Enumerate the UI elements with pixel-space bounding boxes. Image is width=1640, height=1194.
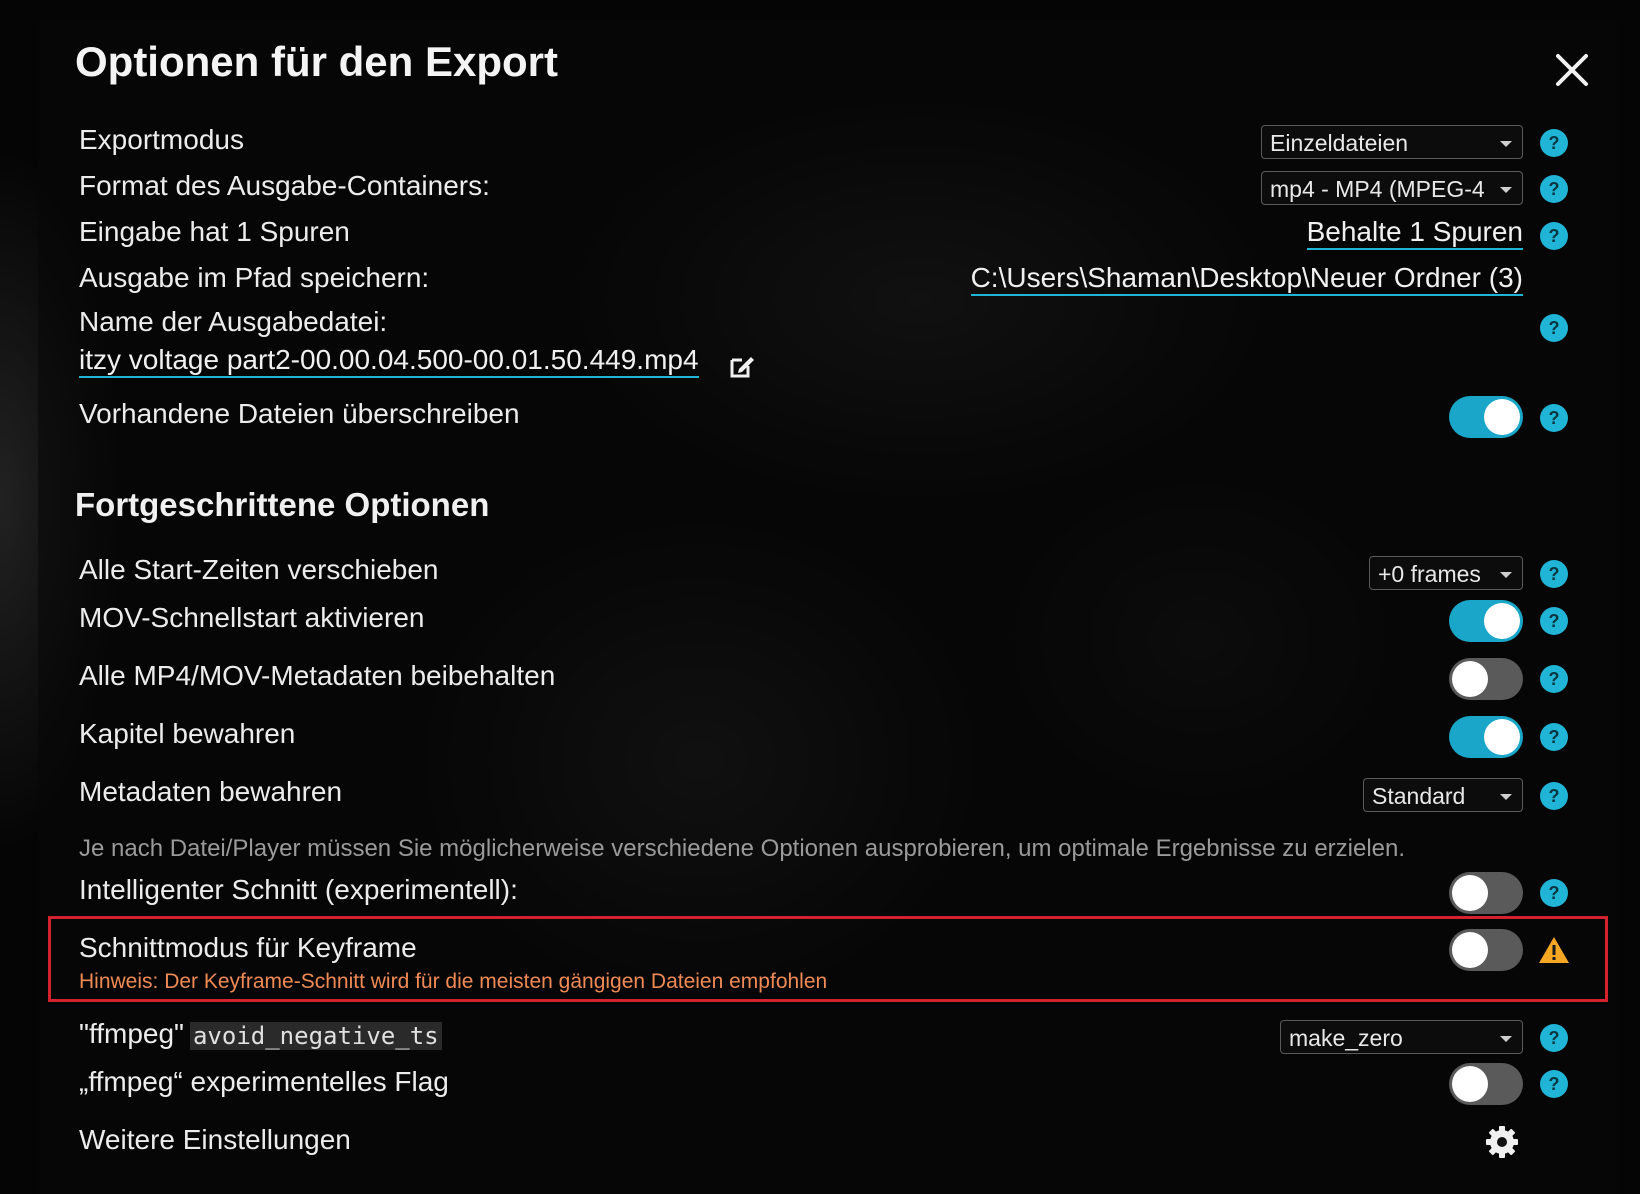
metadata-label: Metadaten bewahren [79, 776, 343, 807]
experimental-flag-help-icon[interactable]: ? [1540, 1070, 1568, 1098]
output-name-label: Name der Ausgabedatei: [79, 306, 388, 337]
edit-icon[interactable] [728, 352, 756, 380]
smart-cut-label: Intelligenter Schnitt (experimentell): [79, 874, 518, 905]
keyframe-cut-note: Hinweis: Der Keyframe-Schnitt wird für d… [79, 970, 828, 993]
chevron-down-icon [1500, 794, 1512, 800]
tracks-help-icon[interactable]: ? [1540, 222, 1568, 250]
keep-metadata-label: Alle MP4/MOV-Metadaten beibehalten [79, 660, 556, 691]
output-name-help-icon[interactable]: ? [1540, 314, 1568, 342]
avoid-negative-ts-code: avoid_negative_ts [189, 1021, 442, 1050]
chevron-down-icon [1500, 187, 1512, 193]
gear-icon[interactable] [1484, 1124, 1520, 1160]
avoid-negative-ts-help-icon[interactable]: ? [1540, 1024, 1568, 1052]
smart-cut-help-icon[interactable]: ? [1540, 879, 1568, 907]
avoid-negative-ts-label: "ffmpeg" avoid_negative_ts [79, 1018, 442, 1050]
export-mode-help-icon[interactable]: ? [1540, 129, 1568, 157]
keyframe-cut-label: Schnittmodus für Keyframe [79, 932, 417, 963]
overwrite-label: Vorhandene Dateien überschreiben [79, 398, 520, 429]
keep-metadata-toggle[interactable] [1449, 658, 1523, 700]
container-format-select[interactable]: mp4 - MP4 (MPEG-4 P [1261, 171, 1523, 205]
dialog-title: Optionen für den Export [75, 38, 558, 85]
mov-faststart-toggle[interactable] [1449, 600, 1523, 642]
shift-start-select[interactable]: +0 frames [1369, 556, 1523, 590]
overwrite-toggle[interactable] [1449, 396, 1523, 438]
output-path-label: Ausgabe im Pfad speichern: [79, 262, 430, 293]
keep-tracks-link[interactable]: Behalte 1 Spuren [1306, 216, 1523, 250]
more-settings-label: Weitere Einstellungen [79, 1124, 351, 1155]
keep-chapters-toggle[interactable] [1449, 716, 1523, 758]
export-mode-select[interactable]: Einzeldateien [1261, 125, 1523, 159]
metadata-select[interactable]: Standard [1363, 778, 1523, 812]
advanced-options-heading: Fortgeschrittene Optionen [75, 486, 490, 523]
container-format-help-icon[interactable]: ? [1540, 175, 1568, 203]
output-name-link[interactable]: itzy voltage part2-00.00.04.500-00.01.50… [79, 344, 699, 378]
mov-faststart-label: MOV-Schnellstart aktivieren [79, 602, 425, 633]
chevron-down-icon [1500, 141, 1512, 147]
keep-chapters-help-icon[interactable]: ? [1540, 723, 1568, 751]
mov-faststart-help-icon[interactable]: ? [1540, 607, 1568, 635]
close-icon[interactable] [1550, 48, 1594, 92]
tracks-label: Eingabe hat 1 Spuren [79, 216, 350, 247]
warning-triangle-icon[interactable] [1538, 936, 1570, 964]
experimental-flag-label: „ffmpeg“ experimentelles Flag [79, 1066, 449, 1097]
overwrite-help-icon[interactable]: ? [1540, 404, 1568, 432]
chevron-down-icon [1500, 572, 1512, 578]
container-format-label: Format des Ausgabe-Containers: [79, 170, 490, 201]
avoid-negative-ts-select[interactable]: make_zero [1280, 1020, 1523, 1054]
keep-chapters-label: Kapitel bewahren [79, 718, 296, 749]
shift-start-help-icon[interactable]: ? [1540, 560, 1568, 588]
smart-cut-toggle[interactable] [1449, 872, 1523, 914]
metadata-help-icon[interactable]: ? [1540, 782, 1568, 810]
output-path-link[interactable]: C:\Users\Shaman\Desktop\Neuer Ordner (3) [970, 262, 1523, 296]
export-mode-label: Exportmodus [79, 124, 244, 155]
keyframe-cut-toggle[interactable] [1449, 929, 1523, 971]
chevron-down-icon [1500, 1036, 1512, 1042]
keep-metadata-help-icon[interactable]: ? [1540, 665, 1568, 693]
options-hint-text: Je nach Datei/Player müssen Sie mögliche… [79, 835, 1406, 862]
shift-start-label: Alle Start-Zeiten verschieben [79, 554, 439, 585]
experimental-flag-toggle[interactable] [1449, 1063, 1523, 1105]
